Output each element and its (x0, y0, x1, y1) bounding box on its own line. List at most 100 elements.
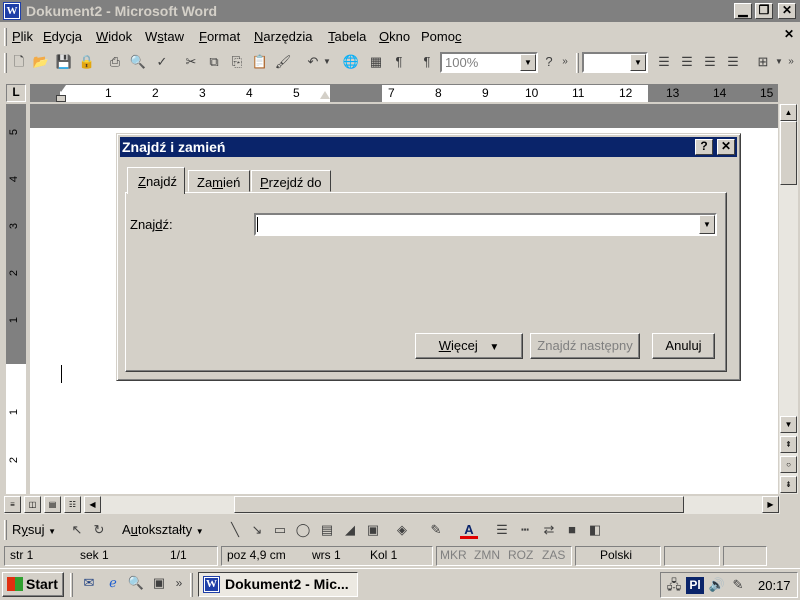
borders-icon[interactable]: ⊞ (754, 53, 772, 71)
zoom-combo[interactable]: 100% ▼ (440, 52, 538, 73)
first-line-indent-marker[interactable] (56, 85, 66, 92)
vertical-scrollbar[interactable]: ▲ ▼ ⇞ ○ ⇟ (779, 104, 798, 494)
left-indent-marker[interactable] (56, 95, 66, 102)
tab-replace[interactable]: Zamień (188, 170, 250, 192)
rectangle-icon[interactable]: ▭ (271, 521, 289, 539)
menu-plik[interactable]: Plik (12, 29, 33, 44)
paste-icon[interactable]: 📋 (251, 53, 269, 71)
oval-icon[interactable]: ◯ (294, 521, 312, 539)
tab-selector[interactable]: L (6, 84, 26, 102)
align-center-icon[interactable]: ☰ (678, 53, 696, 71)
menu-widok[interactable]: Widok (96, 29, 132, 44)
format-painter-icon[interactable]: 🖌 (274, 53, 292, 71)
help-icon[interactable]: ? (540, 53, 558, 71)
hyperlink-icon[interactable]: 🌐 (342, 53, 360, 71)
line-style-icon[interactable]: ☰ (493, 521, 511, 539)
quicklaunch-ie-icon[interactable]: ℯ (104, 574, 122, 592)
horizontal-ruler[interactable]: 1 2 3 4 5 7 8 9 10 11 12 13 14 15 (30, 84, 778, 102)
close-document-button[interactable]: ✕ (781, 28, 797, 44)
status-zmn[interactable]: ZMN (474, 548, 500, 562)
paragraph-icon[interactable]: ¶ (418, 53, 436, 71)
select-objects-icon[interactable]: ↖ (68, 521, 86, 539)
text-box-icon[interactable]: ▤ (318, 521, 336, 539)
undo-icon[interactable]: ↶ (304, 53, 322, 71)
font-combo[interactable]: ▼ (582, 52, 648, 73)
toolbar-options-icon[interactable]: » (786, 53, 796, 71)
find-what-combo[interactable]: ▼ (254, 213, 717, 236)
arrow-icon[interactable]: ↘ (248, 521, 266, 539)
horizontal-scrollbar[interactable]: ≡ ◫ ▤ ☷ ◀ ▶ (4, 496, 780, 514)
spelling-icon[interactable]: ✓ (153, 53, 171, 71)
print-preview-icon[interactable]: 🔍 (129, 53, 147, 71)
font-color-icon[interactable]: A (460, 521, 478, 539)
save-icon[interactable]: 💾 (55, 53, 73, 71)
language-indicator[interactable]: Pl (686, 577, 704, 594)
cancel-button[interactable]: Anuluj (652, 333, 715, 359)
autoshapes-menu-button[interactable]: Autokształty ▼ (122, 522, 204, 537)
line-color-icon[interactable]: ✎ (427, 521, 445, 539)
align-left-icon[interactable]: ☰ (655, 53, 673, 71)
quicklaunch-desktop-icon[interactable]: ▣ (150, 574, 168, 592)
chevron-down-icon[interactable]: ▼ (630, 54, 646, 71)
menu-edycja[interactable]: Edycja (43, 29, 82, 44)
print-icon[interactable]: ⎙ (106, 53, 124, 71)
menu-tabela[interactable]: Tabela (328, 29, 366, 44)
right-indent-marker[interactable] (320, 91, 330, 99)
toolbar-options-icon[interactable]: » (560, 53, 570, 71)
free-rotate-icon[interactable]: ↻ (90, 521, 108, 539)
dialog-title-bar[interactable]: Znajdź i zamień ? ✕ (120, 137, 737, 157)
outline-view-icon[interactable]: ☷ (64, 496, 81, 513)
chevron-down-icon[interactable]: ▼ (520, 54, 536, 71)
undo-dropdown-icon[interactable]: ▼ (322, 53, 332, 71)
3d-icon[interactable]: ◧ (586, 521, 604, 539)
scroll-left-icon[interactable]: ◀ (84, 496, 101, 513)
tab-find[interactable]: Znajdź (127, 167, 185, 194)
select-browse-object-icon[interactable]: ○ (780, 456, 797, 473)
research-icon[interactable]: ⎘ (228, 53, 246, 71)
scroll-up-icon[interactable]: ▲ (780, 104, 797, 121)
normal-view-icon[interactable]: ≡ (4, 496, 21, 513)
horizontal-scroll-thumb[interactable] (234, 496, 684, 513)
copy-icon[interactable]: ⧉ (205, 53, 223, 71)
menu-format[interactable]: Format (199, 29, 240, 44)
web-layout-icon[interactable]: ◫ (24, 496, 41, 513)
menu-narzedzia[interactable]: Narzędzia (254, 29, 313, 44)
status-zas[interactable]: ZAS (542, 548, 565, 562)
cut-icon[interactable]: ✂ (182, 53, 200, 71)
vertical-scroll-thumb[interactable] (780, 121, 797, 185)
wordart-icon[interactable]: ◢ (341, 521, 359, 539)
fill-color-icon[interactable]: ◈ (393, 521, 411, 539)
word-app-icon[interactable]: W (3, 2, 21, 20)
quicklaunch-outlook-icon[interactable]: ✉ (80, 574, 98, 592)
shadow-icon[interactable]: ■ (563, 521, 581, 539)
restore-button[interactable]: ❐ (755, 3, 773, 19)
close-window-button[interactable]: ✕ (778, 3, 796, 19)
scroll-down-icon[interactable]: ▼ (780, 416, 797, 433)
clip-art-icon[interactable]: ▣ (364, 521, 382, 539)
new-document-icon[interactable]: 🗋 (10, 53, 28, 71)
menu-okno[interactable]: Okno (379, 29, 410, 44)
status-roz[interactable]: ROZ (508, 548, 533, 562)
quicklaunch-more-icon[interactable]: » (174, 574, 184, 592)
dialog-help-button[interactable]: ? (695, 139, 713, 155)
line-icon[interactable]: ╲ (226, 521, 244, 539)
align-right-icon[interactable]: ☰ (701, 53, 719, 71)
justify-icon[interactable]: ☰ (724, 53, 742, 71)
taskbar-word-button[interactable]: W Dokument2 - Mic... (198, 572, 358, 597)
quicklaunch-search-icon[interactable]: 🔍 (127, 574, 145, 592)
scheduler-icon[interactable]: ✎ (729, 576, 747, 594)
scroll-right-icon[interactable]: ▶ (762, 496, 779, 513)
dash-style-icon[interactable]: ┅ (516, 521, 534, 539)
print-layout-icon[interactable]: ▤ (44, 496, 61, 513)
volume-icon[interactable]: 🔊 (708, 576, 726, 594)
menu-wstaw[interactable]: Wstaw (145, 29, 184, 44)
status-mkr[interactable]: MKR (440, 548, 467, 562)
previous-page-icon[interactable]: ⇞ (780, 436, 797, 453)
draw-menu-button[interactable]: Rysuj ▼ (12, 522, 56, 537)
arrow-style-icon[interactable]: ⇄ (540, 521, 558, 539)
chevron-down-icon[interactable]: ▼ (699, 215, 715, 234)
network-icon[interactable]: 🖧 (665, 576, 683, 594)
next-page-icon[interactable]: ⇟ (780, 476, 797, 493)
tab-go-to[interactable]: Przejdź do (251, 170, 331, 192)
dialog-close-button[interactable]: ✕ (717, 139, 735, 155)
